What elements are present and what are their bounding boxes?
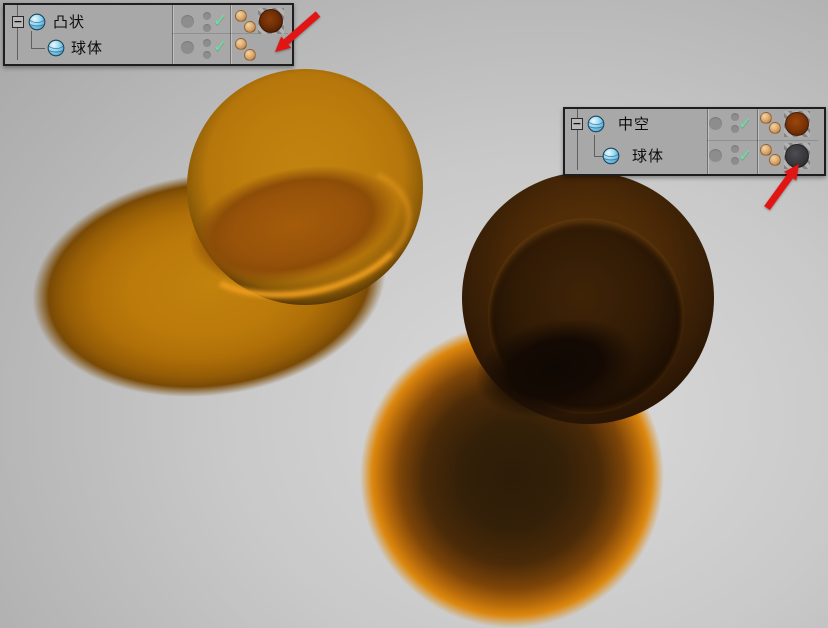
tree-root-line: [17, 5, 18, 60]
tree-branch-line: [31, 31, 32, 48]
tree-branch-line: [594, 135, 595, 156]
expand-collapse-box[interactable]: −: [571, 118, 583, 130]
texture-tag-icon[interactable]: [235, 38, 247, 50]
visibility-dot-editor[interactable]: [203, 12, 211, 20]
texture-tag-icon[interactable]: [235, 10, 247, 22]
texture-tag-icon[interactable]: [760, 112, 772, 124]
object-name-label[interactable]: 球体: [632, 148, 664, 165]
annotation-arrow: [258, 8, 324, 58]
object-name-label[interactable]: 凸状: [53, 14, 85, 31]
material-swatch[interactable]: [784, 111, 810, 137]
layer-dot[interactable]: [709, 117, 722, 130]
column-divider: [172, 5, 173, 64]
sphere-object-icon[interactable]: [587, 115, 605, 133]
visibility-dot-editor[interactable]: [203, 39, 211, 47]
sphere-object-icon[interactable]: [47, 39, 65, 57]
layer-dot[interactable]: [181, 15, 194, 28]
texture-tag-icon[interactable]: [244, 21, 256, 33]
row-divider: [707, 140, 818, 141]
annotation-arrow: [757, 156, 812, 214]
enabled-checkmark[interactable]: ✓: [738, 148, 752, 165]
expand-collapse-box[interactable]: −: [12, 16, 24, 28]
sphere-object-icon[interactable]: [602, 147, 620, 165]
column-divider: [230, 5, 231, 64]
texture-tag-icon[interactable]: [760, 144, 772, 156]
object-name-label[interactable]: 中空: [618, 116, 650, 133]
enabled-checkmark[interactable]: ✓: [738, 116, 752, 133]
render-viewport: − 凸状 球体 ✓ ✓ −: [0, 0, 828, 628]
visibility-dot-renderer[interactable]: [203, 51, 211, 59]
tree-branch-line: [31, 48, 45, 49]
enabled-checkmark[interactable]: ✓: [213, 39, 227, 56]
sphere-object-icon[interactable]: [28, 13, 46, 31]
texture-tag-icon[interactable]: [244, 49, 256, 61]
texture-tag-icon[interactable]: [769, 122, 781, 134]
layer-dot[interactable]: [181, 41, 194, 54]
enabled-checkmark[interactable]: ✓: [213, 13, 227, 30]
layer-dot[interactable]: [709, 149, 722, 162]
visibility-dot-renderer[interactable]: [203, 24, 211, 32]
column-divider: [707, 109, 708, 174]
object-manager-panel-left[interactable]: − 凸状 球体 ✓ ✓: [3, 3, 294, 66]
object-name-label[interactable]: 球体: [71, 40, 103, 57]
